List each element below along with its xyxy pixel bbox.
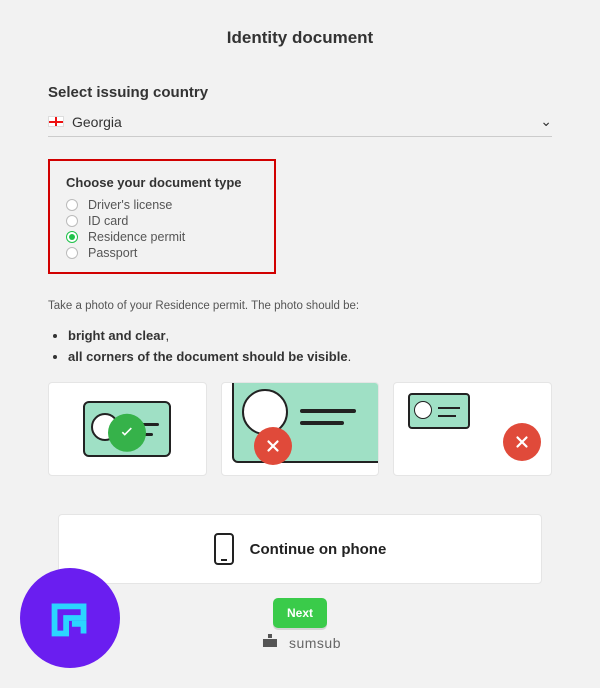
provider-name: sumsub bbox=[289, 635, 341, 651]
radio-label: ID card bbox=[88, 214, 128, 228]
radio-label: Residence permit bbox=[88, 230, 185, 244]
radio-id-card[interactable]: ID card bbox=[66, 214, 258, 228]
radio-label: Driver's license bbox=[88, 198, 172, 212]
radio-drivers-license[interactable]: Driver's license bbox=[66, 198, 258, 212]
radio-icon bbox=[66, 231, 78, 243]
flag-icon bbox=[48, 116, 64, 127]
provider-badge: sumsub bbox=[259, 632, 341, 654]
radio-residence-permit[interactable]: Residence permit bbox=[66, 230, 258, 244]
page-title: Identity document bbox=[48, 28, 552, 48]
next-button[interactable]: Next bbox=[273, 598, 327, 628]
country-section-label: Select issuing country bbox=[48, 84, 552, 101]
example-bad-small bbox=[393, 382, 552, 476]
country-name: Georgia bbox=[72, 114, 540, 130]
radio-passport[interactable]: Passport bbox=[66, 246, 258, 260]
requirement-item: bright and clear, bbox=[68, 328, 552, 343]
continue-label: Continue on phone bbox=[250, 541, 387, 558]
document-type-group: Choose your document type Driver's licen… bbox=[48, 159, 276, 274]
brand-logo bbox=[20, 568, 120, 668]
radio-icon bbox=[66, 215, 78, 227]
requirements-list: bright and clear, all corners of the doc… bbox=[68, 328, 552, 364]
checkmark-icon bbox=[108, 414, 146, 452]
radio-label: Passport bbox=[88, 246, 137, 260]
chevron-down-icon: ⌄ bbox=[540, 113, 552, 130]
requirement-item: all corners of the document should be vi… bbox=[68, 349, 552, 364]
instruction-text: Take a photo of your Residence permit. T… bbox=[48, 300, 552, 312]
document-type-title: Choose your document type bbox=[66, 175, 258, 190]
provider-icon bbox=[259, 632, 281, 654]
document-illustration bbox=[408, 393, 470, 429]
phone-icon bbox=[214, 533, 234, 565]
continue-on-phone-button[interactable]: Continue on phone bbox=[58, 514, 542, 584]
radio-icon bbox=[66, 199, 78, 211]
photo-examples bbox=[48, 382, 552, 476]
cross-icon bbox=[254, 427, 292, 465]
radio-icon bbox=[66, 247, 78, 259]
cross-icon bbox=[503, 423, 541, 461]
example-good bbox=[48, 382, 207, 476]
example-bad-cropped bbox=[221, 382, 380, 476]
country-select[interactable]: Georgia ⌄ bbox=[48, 109, 552, 137]
